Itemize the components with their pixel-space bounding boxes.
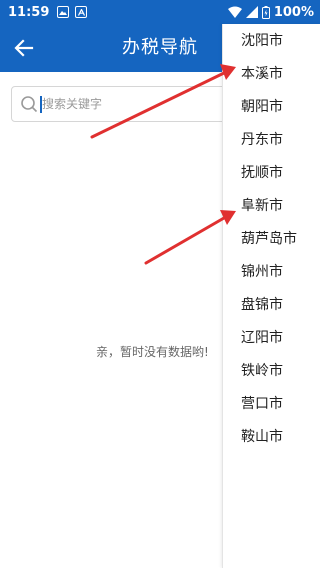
empty-state-text: 亲，暂时没有数据哟! bbox=[96, 345, 209, 359]
city-item-jinzhou[interactable]: 锦州市 bbox=[223, 256, 320, 289]
city-item-shenyang[interactable]: 沈阳市 bbox=[223, 25, 320, 58]
search-input[interactable] bbox=[42, 91, 242, 117]
city-item-fuxin[interactable]: 阜新市 bbox=[223, 190, 320, 223]
battery-percent: 100% bbox=[273, 4, 314, 20]
signal-icon bbox=[245, 6, 258, 18]
city-item-dandong[interactable]: 丹东市 bbox=[223, 124, 320, 157]
search-icon bbox=[21, 96, 38, 113]
a-icon bbox=[75, 6, 88, 18]
city-item-chaoyang[interactable]: 朝阳市 bbox=[223, 91, 320, 124]
city-list: 沈阳市 本溪市 朝阳市 丹东市 抚顺市 阜新市 葫芦岛市 锦州市 盘锦市 辽阳市… bbox=[223, 25, 320, 454]
city-item-tieling[interactable]: 铁岭市 bbox=[223, 355, 320, 388]
city-item-benxi[interactable]: 本溪市 bbox=[223, 58, 320, 91]
city-item-liaoyang[interactable]: 辽阳市 bbox=[223, 322, 320, 355]
image-icon bbox=[57, 6, 70, 18]
screen: 11:59 100% 办税导航 搜索关键字 亲，暂时没有数据哟! 沈阳市 本溪市… bbox=[0, 0, 320, 568]
search-box[interactable] bbox=[11, 86, 251, 122]
city-dropdown: 沈阳市 本溪市 朝阳市 丹东市 抚顺市 阜新市 葫芦岛市 锦州市 盘锦市 辽阳市… bbox=[222, 24, 320, 568]
city-item-panjin[interactable]: 盘锦市 bbox=[223, 289, 320, 322]
city-item-anshan[interactable]: 鞍山市 bbox=[223, 421, 320, 454]
city-item-huludao[interactable]: 葫芦岛市 bbox=[223, 223, 320, 256]
city-item-yingkou[interactable]: 营口市 bbox=[223, 388, 320, 421]
status-right: 100% bbox=[227, 4, 314, 20]
city-item-fushun[interactable]: 抚顺市 bbox=[223, 157, 320, 190]
battery-icon bbox=[261, 5, 270, 19]
status-bar: 11:59 100% bbox=[0, 0, 320, 24]
wifi-icon bbox=[227, 6, 242, 18]
notification-icons bbox=[57, 6, 88, 18]
status-time: 11:59 bbox=[8, 4, 50, 20]
